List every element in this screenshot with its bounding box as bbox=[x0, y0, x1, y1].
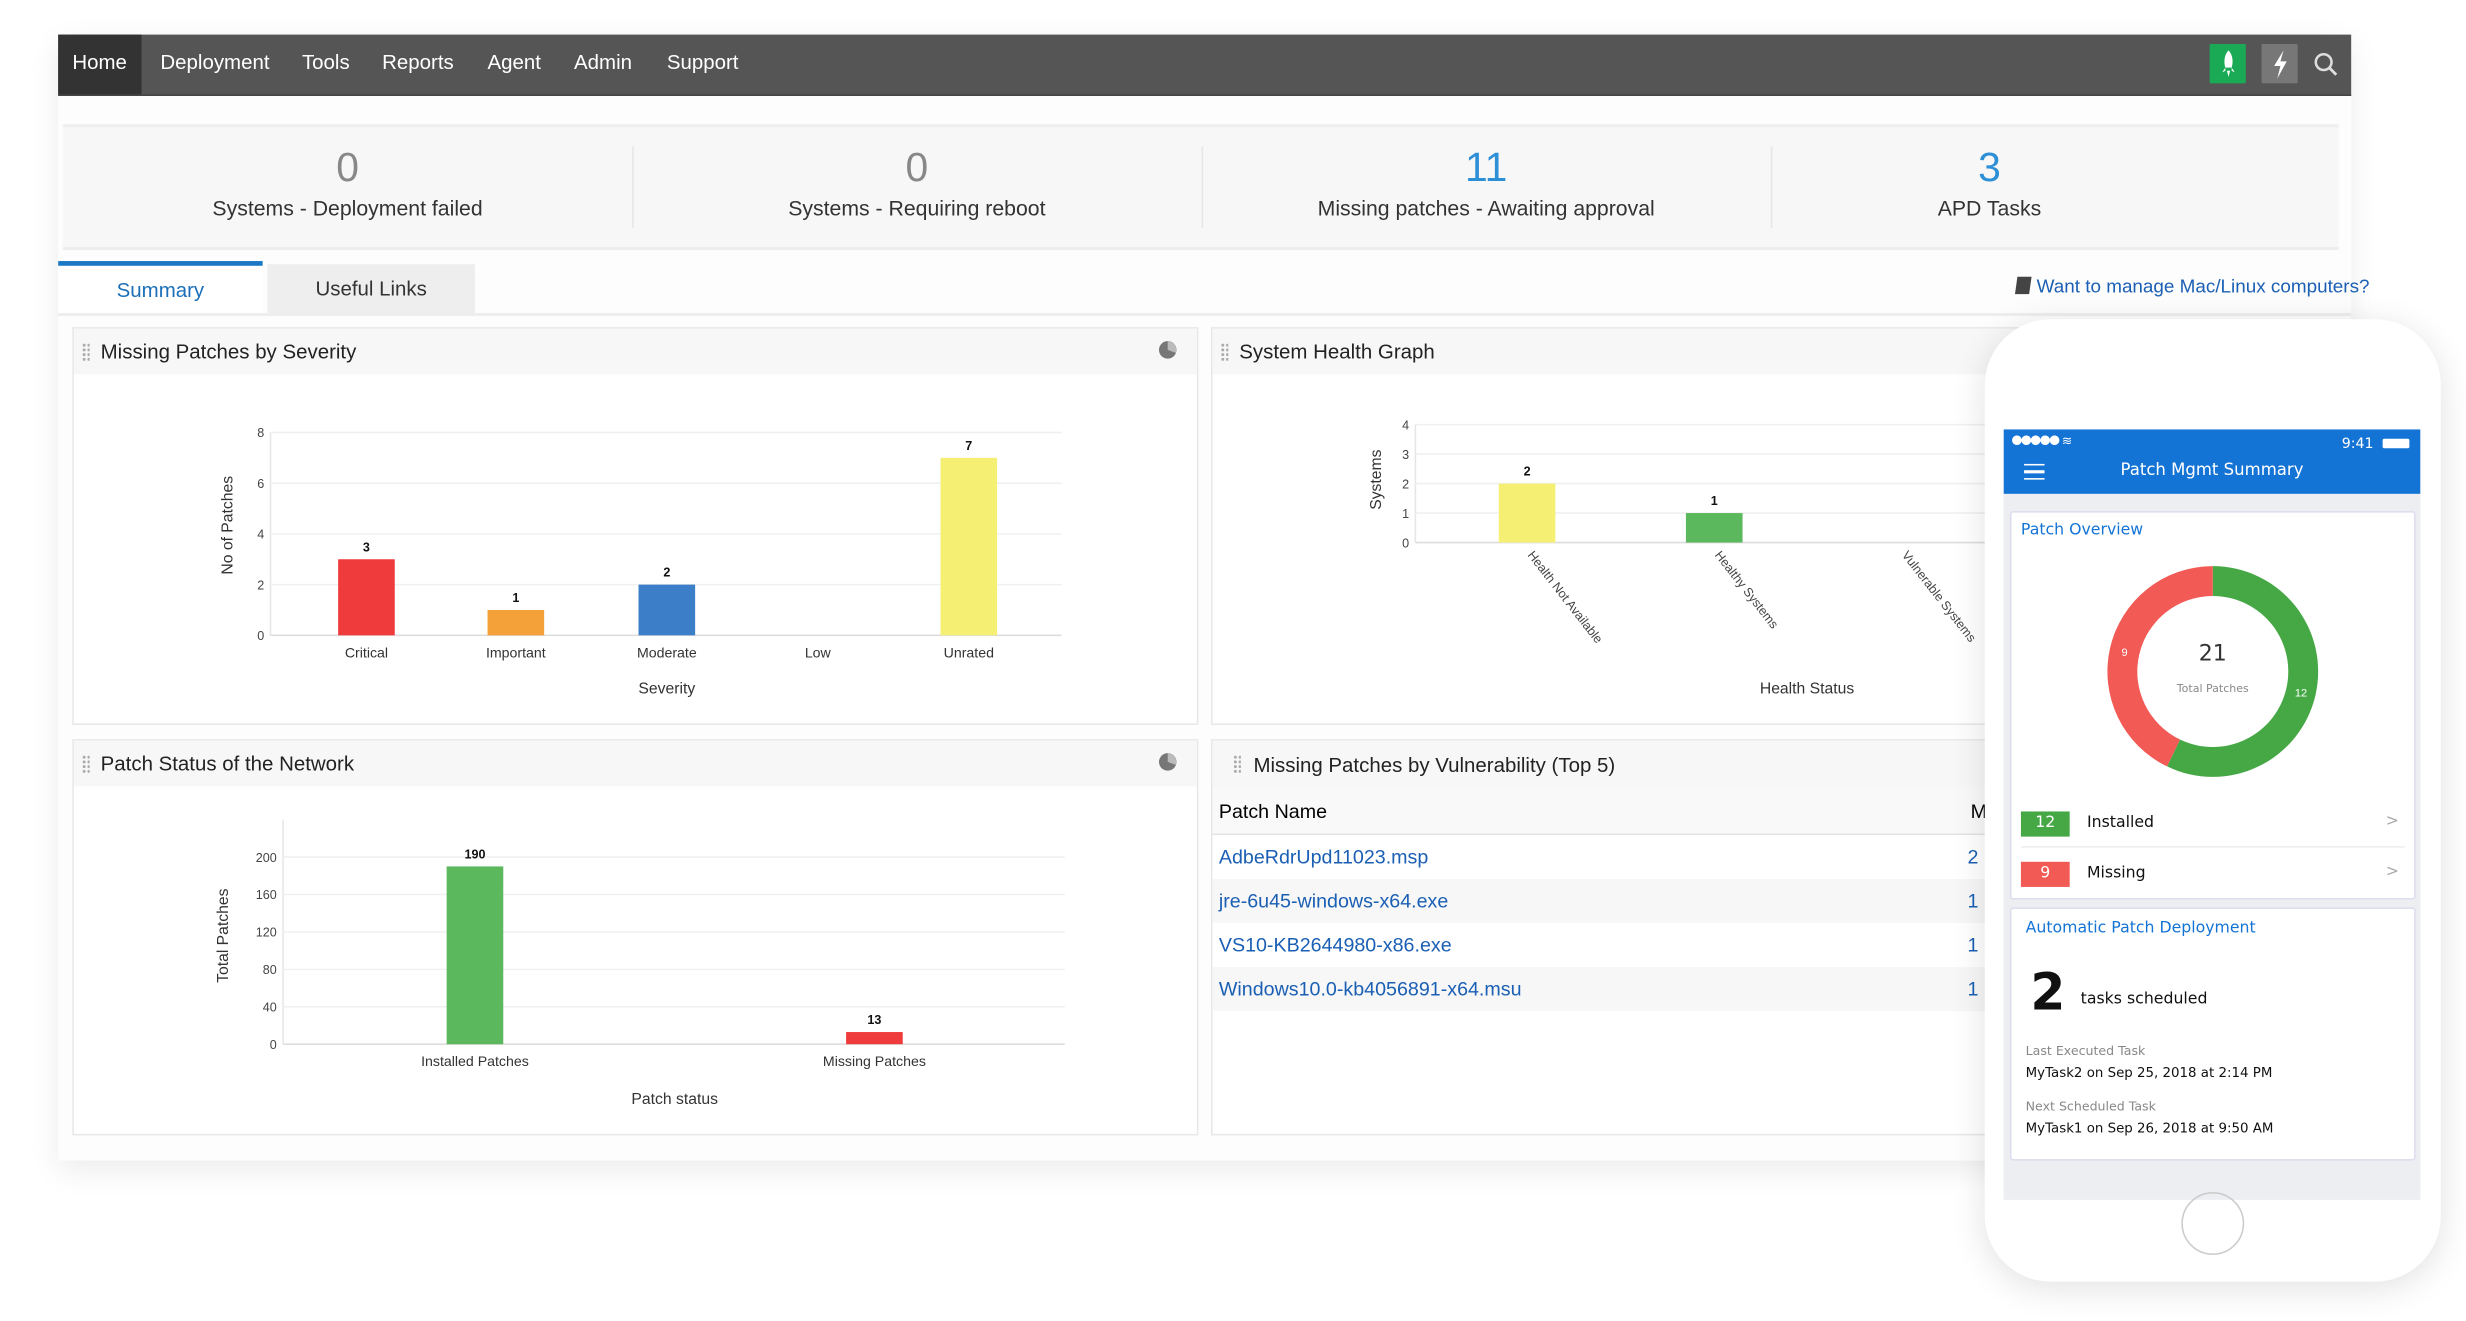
x-tick-label: Important bbox=[486, 644, 546, 660]
y-axis-title: Total Patches bbox=[215, 888, 232, 983]
apd-card: Automatic Patch Deployment 2 tasks sched… bbox=[2009, 907, 2416, 1161]
y-tick-label: 4 bbox=[257, 528, 264, 542]
data-label: 2 bbox=[663, 566, 670, 580]
clock: 9:41 bbox=[2341, 437, 2374, 453]
bar-missing-patches bbox=[846, 1032, 903, 1045]
chart-2: 0 40 80 120 160 200 190 Installed Patches 13 Miss… bbox=[215, 819, 1065, 1108]
y-tick-label: 120 bbox=[256, 926, 277, 940]
bar-health-not-available bbox=[1498, 483, 1556, 543]
x-tick-label: Unrated bbox=[944, 644, 994, 660]
y-tick-label: 2 bbox=[257, 578, 264, 592]
card-title: Automatic Patch Deployment bbox=[2025, 919, 2256, 938]
battery-icon bbox=[2382, 438, 2410, 449]
patch-overview-card: Patch Overview 21 Total Patches 12 Insta… bbox=[2009, 511, 2416, 900]
bar-moderate bbox=[638, 584, 696, 636]
y-tick-label: 4 bbox=[1402, 418, 1409, 432]
y-tick-label: 8 bbox=[257, 426, 264, 440]
tasks-label: tasks scheduled bbox=[2080, 990, 2208, 1009]
bar-installed-patches bbox=[446, 866, 504, 1045]
x-axis-title: Patch status bbox=[631, 1091, 718, 1108]
x-tick-label: Vulnerable Systems bbox=[1899, 548, 1979, 644]
installed-count-badge: 12 bbox=[2020, 811, 2070, 837]
next-scheduled-value: MyTask1 on Sep 26, 2018 at 9:50 AM bbox=[2025, 1121, 2274, 1137]
x-tick-label: Moderate bbox=[637, 644, 697, 660]
y-tick-label: 6 bbox=[257, 477, 264, 491]
y-tick-label: 0 bbox=[270, 1038, 277, 1052]
tasks-count: 2 bbox=[2030, 962, 2066, 1023]
last-executed-label: Last Executed Task bbox=[2025, 1044, 2146, 1059]
donut-total-label: Total Patches bbox=[2176, 682, 2249, 696]
y-tick-label: 1 bbox=[1402, 507, 1409, 521]
y-tick-label: 3 bbox=[1402, 448, 1409, 462]
data-label: 3 bbox=[363, 540, 370, 554]
y-tick-label: 0 bbox=[1402, 536, 1409, 550]
missing-row[interactable]: 9 Missing > bbox=[2020, 859, 2405, 890]
signal-icon: ●●●●● bbox=[2011, 432, 2060, 447]
data-label: 1 bbox=[1711, 494, 1718, 508]
chart-1: 0 1 2 3 4 2 Health Not Available 1 Healthy Syste… bbox=[1368, 418, 2045, 698]
x-tick-label: Health Not Available bbox=[1525, 548, 1606, 646]
chart-0: 0 2 4 6 8 3 Critical 1 Important 2 Moderate Low 7 Unr… bbox=[220, 426, 1062, 698]
x-axis-title: Severity bbox=[638, 681, 695, 698]
phone-screen: ●●●●● ≋ 9:41 Patch Mgmt Summary Patch Ov… bbox=[2003, 429, 2421, 1200]
x-tick-label: Installed Patches bbox=[421, 1053, 529, 1069]
x-axis-title: Health Status bbox=[1760, 681, 1855, 698]
y-axis-title: No of Patches bbox=[220, 476, 237, 575]
chevron-right-icon: > bbox=[2385, 863, 2399, 881]
missing-count-badge: 9 bbox=[2020, 861, 2070, 887]
installed-label: Installed bbox=[2086, 814, 2154, 832]
x-tick-label: Missing Patches bbox=[823, 1053, 926, 1069]
data-label: 2 bbox=[1524, 465, 1531, 479]
data-label: 13 bbox=[867, 1013, 881, 1027]
y-tick-label: 160 bbox=[256, 888, 277, 902]
bar-critical bbox=[338, 559, 395, 636]
last-executed-value: MyTask2 on Sep 25, 2018 at 2:14 PM bbox=[2025, 1066, 2273, 1082]
x-tick-label: Critical bbox=[345, 644, 388, 660]
bar-healthy-systems bbox=[1685, 513, 1743, 543]
wifi-icon: ≋ bbox=[2061, 434, 2073, 449]
y-tick-label: 80 bbox=[263, 963, 277, 977]
bar-unrated bbox=[940, 457, 998, 636]
bar-important bbox=[487, 609, 545, 636]
next-scheduled-label: Next Scheduled Task bbox=[2025, 1099, 2156, 1114]
x-tick-label: Healthy Systems bbox=[1712, 548, 1781, 631]
data-label: 190 bbox=[464, 848, 485, 862]
home-button[interactable] bbox=[2181, 1192, 2245, 1255]
donut-total: 21 bbox=[2198, 641, 2227, 667]
y-axis-title: Systems bbox=[1368, 449, 1385, 509]
phone-title: Patch Mgmt Summary bbox=[2120, 460, 2304, 480]
y-tick-label: 200 bbox=[256, 851, 277, 865]
y-tick-label: 2 bbox=[1402, 477, 1409, 491]
card-title: Patch Overview bbox=[2020, 522, 2144, 540]
y-tick-label: 40 bbox=[263, 1000, 277, 1014]
phone-header: ●●●●● ≋ 9:41 Patch Mgmt Summary bbox=[2003, 429, 2421, 494]
y-tick-label: 0 bbox=[257, 629, 264, 643]
chevron-right-icon: > bbox=[2385, 813, 2399, 831]
missing-label: Missing bbox=[2086, 864, 2146, 883]
x-tick-label: Low bbox=[805, 644, 832, 660]
data-label: 7 bbox=[965, 439, 972, 453]
data-label: 1 bbox=[512, 591, 519, 605]
installed-row[interactable]: 12 Installed > bbox=[2020, 808, 2405, 848]
